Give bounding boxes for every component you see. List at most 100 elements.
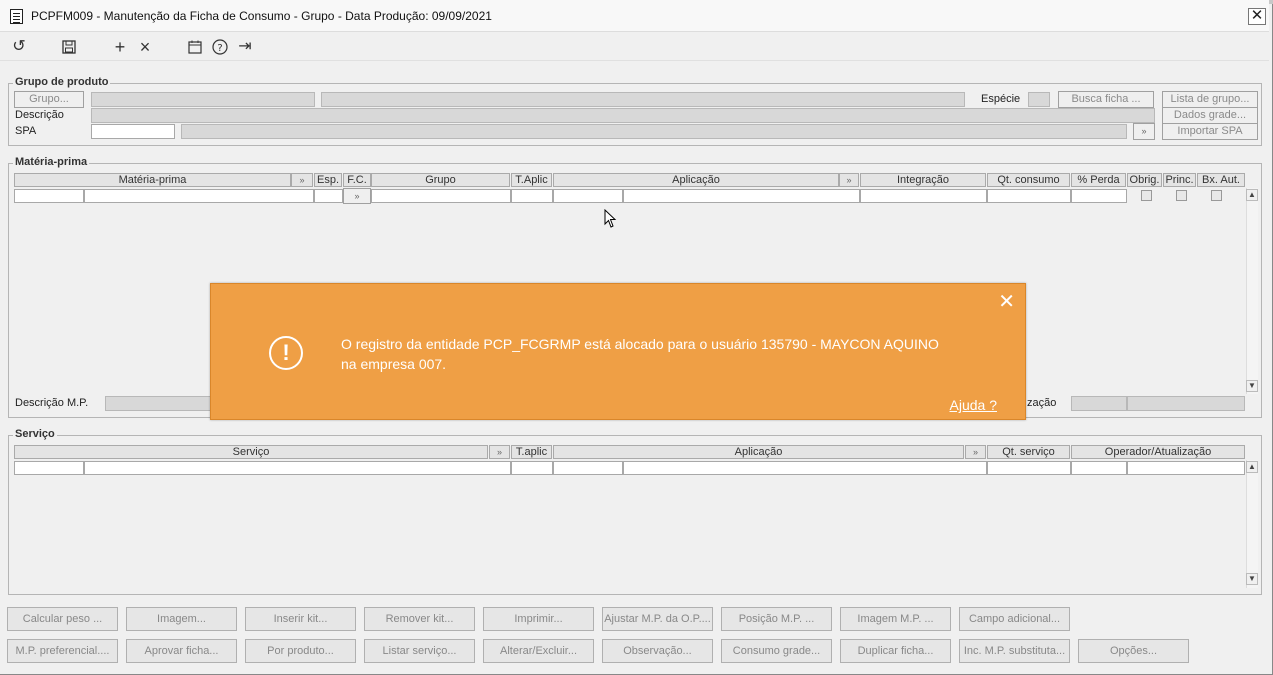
- window-close-button[interactable]: ✕: [1248, 8, 1266, 25]
- close-icon[interactable]: ✕: [998, 292, 1015, 312]
- table-cell[interactable]: [1127, 461, 1245, 475]
- grupo-button[interactable]: Grupo...: [14, 91, 84, 108]
- duplicar-ficha-button[interactable]: Duplicar ficha...: [840, 639, 951, 663]
- col-operador-atualizacao[interactable]: Operador/Atualização: [1071, 445, 1245, 459]
- importar-spa-button[interactable]: Importar SPA: [1162, 123, 1258, 140]
- table-cell[interactable]: [987, 189, 1071, 203]
- consumo-grade-button[interactable]: Consumo grade...: [721, 639, 832, 663]
- table-cell[interactable]: [1071, 189, 1127, 203]
- aprovar-ficha-button[interactable]: Aprovar ficha...: [126, 639, 237, 663]
- col-taplic[interactable]: T.Aplic: [511, 173, 552, 187]
- scroll-up-icon[interactable]: ▲: [1246, 189, 1258, 201]
- por-produto-button[interactable]: Por produto...: [245, 639, 356, 663]
- help-link[interactable]: Ajuda ?: [950, 397, 997, 413]
- col-obrig[interactable]: Obrig.: [1127, 173, 1162, 187]
- campo-adicional-button[interactable]: Campo adicional...: [959, 607, 1070, 631]
- col-qt-consumo[interactable]: Qt. consumo: [987, 173, 1070, 187]
- servico-aplicacao-zoom-icon[interactable]: »: [965, 445, 986, 459]
- save-icon[interactable]: [59, 37, 79, 57]
- calcular-peso-button[interactable]: Calcular peso ...: [7, 607, 118, 631]
- col-fc[interactable]: F.C.: [343, 173, 371, 187]
- refresh-icon[interactable]: ↺: [9, 37, 29, 57]
- table-cell[interactable]: [623, 461, 987, 475]
- descricao-mp-field[interactable]: [105, 396, 215, 411]
- spa-zoom-icon[interactable]: »: [1133, 123, 1155, 140]
- col-qt-servico[interactable]: Qt. serviço: [987, 445, 1070, 459]
- col-servico-aplicacao[interactable]: Aplicação: [553, 445, 964, 459]
- delete-icon[interactable]: ×: [135, 37, 155, 57]
- col-materia-prima[interactable]: Matéria-prima: [14, 173, 291, 187]
- imprimir-button[interactable]: Imprimir...: [483, 607, 594, 631]
- col-integracao[interactable]: Integração: [860, 173, 986, 187]
- table-cell[interactable]: [14, 461, 84, 475]
- spa-description-field[interactable]: [181, 124, 1127, 139]
- inc-mp-substituta-button[interactable]: Inc. M.P. substituta...: [959, 639, 1070, 663]
- fc-zoom-icon[interactable]: »: [343, 188, 371, 204]
- grupo-code-field[interactable]: [91, 92, 315, 107]
- table-cell[interactable]: [511, 189, 553, 203]
- mouse-cursor-icon: [604, 209, 617, 228]
- col-esp[interactable]: Esp.: [314, 173, 342, 187]
- main-window: PCPFM009 - Manutenção da Ficha de Consum…: [0, 0, 1273, 675]
- busca-ficha-button[interactable]: Busca ficha ...: [1058, 91, 1154, 108]
- dados-grade-button[interactable]: Dados grade...: [1162, 107, 1258, 124]
- alterar-excluir-button[interactable]: Alterar/Excluir...: [483, 639, 594, 663]
- servico-legend: Serviço: [13, 428, 57, 440]
- table-cell[interactable]: [553, 461, 623, 475]
- descricao-label: Descrição: [15, 109, 64, 121]
- opcoes-button[interactable]: Opções...: [1078, 639, 1189, 663]
- aplicacao-zoom-icon[interactable]: »: [839, 173, 859, 187]
- table-cell[interactable]: [860, 189, 987, 203]
- calendar-icon[interactable]: [185, 37, 205, 57]
- remover-kit-button[interactable]: Remover kit...: [364, 607, 475, 631]
- grupo-name-field[interactable]: [321, 92, 965, 107]
- table-cell[interactable]: [987, 461, 1071, 475]
- descricao-field[interactable]: [91, 108, 1155, 123]
- especie-field[interactable]: [1028, 92, 1050, 107]
- grupo-produto-legend: Grupo de produto: [13, 76, 111, 88]
- table-cell[interactable]: [371, 189, 511, 203]
- observacao-button[interactable]: Observação...: [602, 639, 713, 663]
- scroll-down-icon[interactable]: ▼: [1246, 380, 1258, 392]
- col-aplicacao[interactable]: Aplicação: [553, 173, 839, 187]
- table-cell[interactable]: [314, 189, 343, 203]
- servico-scrollbar[interactable]: [1246, 460, 1258, 588]
- table-cell[interactable]: [84, 189, 314, 203]
- col-princ[interactable]: Princ.: [1163, 173, 1196, 187]
- servico-zoom-icon[interactable]: »: [489, 445, 510, 459]
- mp-preferencial-button[interactable]: M.P. preferencial....: [7, 639, 118, 663]
- operador-field[interactable]: [1071, 396, 1127, 411]
- help-icon[interactable]: ?: [210, 37, 230, 57]
- spa-field[interactable]: [91, 124, 175, 139]
- bx-aut-checkbox[interactable]: [1211, 190, 1222, 201]
- table-cell[interactable]: [553, 189, 623, 203]
- col-perda[interactable]: % Perda: [1071, 173, 1126, 187]
- imagem-mp-button[interactable]: Imagem M.P. ...: [840, 607, 951, 631]
- scroll-up-icon[interactable]: ▲: [1246, 461, 1258, 473]
- col-servico[interactable]: Serviço: [14, 445, 488, 459]
- posicao-mp-button[interactable]: Posição M.P. ...: [721, 607, 832, 631]
- princ-checkbox[interactable]: [1176, 190, 1187, 201]
- table-cell[interactable]: [1071, 461, 1127, 475]
- materia-prima-zoom-icon[interactable]: »: [291, 173, 313, 187]
- ajustar-mp-op-button[interactable]: Ajustar M.P. da O.P....: [602, 607, 713, 631]
- inserir-kit-button[interactable]: Inserir kit...: [245, 607, 356, 631]
- col-bx-aut[interactable]: Bx. Aut.: [1197, 173, 1245, 187]
- col-servico-taplic[interactable]: T.aplic: [511, 445, 552, 459]
- table-cell[interactable]: [14, 189, 84, 203]
- spa-label: SPA: [15, 125, 37, 137]
- exit-icon[interactable]: ⇥: [235, 37, 255, 57]
- listar-servico-button[interactable]: Listar serviço...: [364, 639, 475, 663]
- add-icon[interactable]: +: [110, 37, 130, 57]
- obrig-checkbox[interactable]: [1141, 190, 1152, 201]
- table-cell[interactable]: [84, 461, 511, 475]
- table-cell[interactable]: [511, 461, 553, 475]
- especie-label: Espécie: [981, 93, 1021, 105]
- lista-grupo-button[interactable]: Lista de grupo...: [1162, 91, 1258, 108]
- table-cell[interactable]: [623, 189, 860, 203]
- scroll-down-icon[interactable]: ▼: [1246, 573, 1258, 585]
- imagem-button[interactable]: Imagem...: [126, 607, 237, 631]
- materia-prima-scrollbar[interactable]: [1246, 188, 1258, 394]
- col-grupo[interactable]: Grupo: [371, 173, 510, 187]
- atualizacao-field[interactable]: [1127, 396, 1245, 411]
